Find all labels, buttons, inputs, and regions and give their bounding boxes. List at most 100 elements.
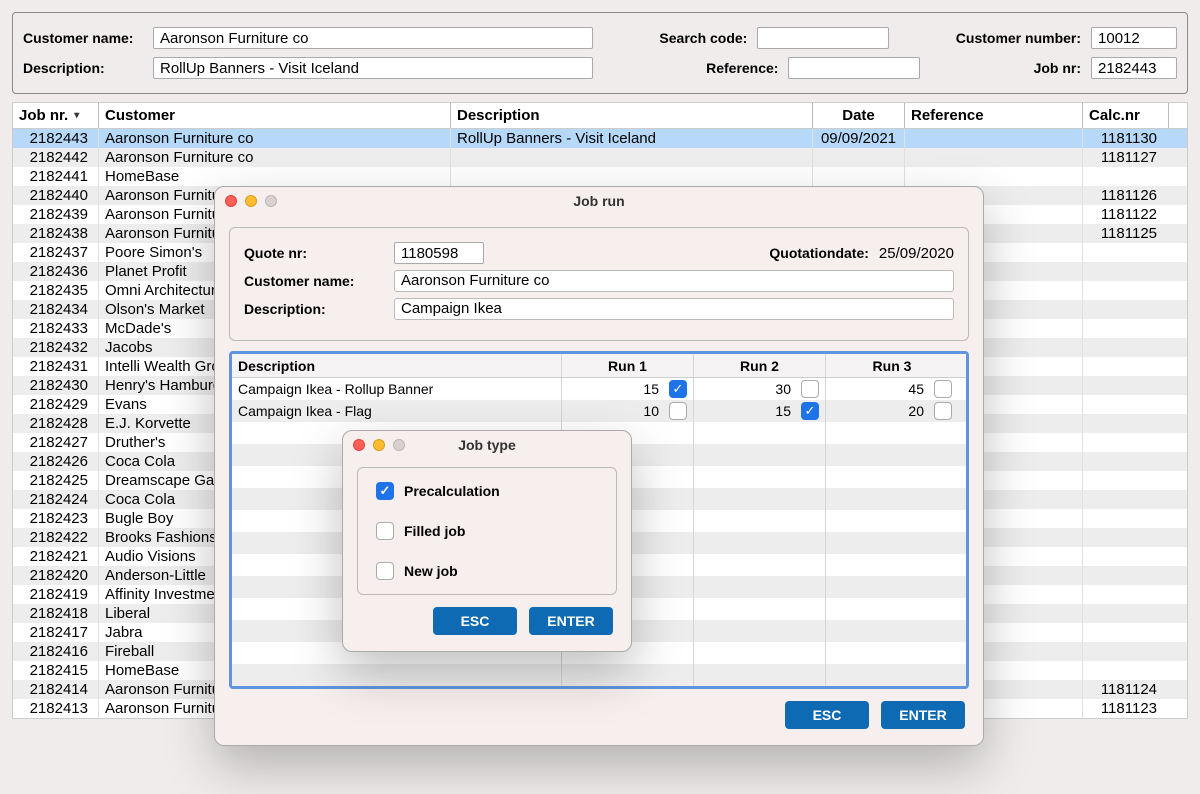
checkbox-icon[interactable]: ✓ (669, 380, 687, 398)
col-reference[interactable]: Reference (905, 103, 1083, 128)
cell: 2182439 (13, 205, 99, 224)
cell (1083, 585, 1169, 604)
description-field[interactable]: RollUp Banners - Visit Iceland (153, 57, 593, 79)
job-type-panel: ✓ Precalculation Filled job New job (357, 467, 617, 595)
cell: 1181130 (1083, 129, 1169, 148)
option-precalculation-label: Precalculation (404, 483, 500, 499)
job-run-titlebar[interactable]: Job run (215, 187, 983, 215)
cell: 1181126 (1083, 186, 1169, 205)
cell: 2182443 (13, 129, 99, 148)
run-value-cell[interactable]: 15✓ (694, 400, 826, 422)
run-value-cell[interactable]: 45 (826, 378, 958, 400)
cell (905, 148, 1083, 167)
cell: 2182432 (13, 338, 99, 357)
rg-col-run3[interactable]: Run 3 (826, 354, 958, 377)
cell: 2182428 (13, 414, 99, 433)
jr-customer-name-label: Customer name: (244, 273, 384, 289)
cell: 2182433 (13, 319, 99, 338)
checkbox-icon[interactable] (934, 380, 952, 398)
quotation-date-value: 25/09/2020 (879, 245, 954, 262)
cell: 2182420 (13, 566, 99, 585)
run-row[interactable]: Campaign Ikea - Rollup Banner15✓3045 (232, 378, 966, 400)
window-minimize-icon[interactable] (245, 195, 257, 207)
cell (1083, 642, 1169, 661)
job-run-esc-button[interactable]: ESC (785, 701, 869, 729)
checkbox-icon[interactable] (934, 402, 952, 420)
cell (451, 148, 813, 167)
option-filled-job-label: Filled job (404, 523, 465, 539)
customer-name-field[interactable]: Aaronson Furniture co (153, 27, 593, 49)
job-run-enter-button[interactable]: ENTER (881, 701, 965, 729)
col-calc-nr[interactable]: Calc.nr (1083, 103, 1169, 128)
cell: 1181125 (1083, 224, 1169, 243)
checkbox-icon[interactable] (376, 522, 394, 540)
quote-nr-label: Quote nr: (244, 245, 384, 261)
jr-customer-name-field[interactable]: Aaronson Furniture co (394, 270, 954, 292)
cell: 2182424 (13, 490, 99, 509)
run-value-cell[interactable]: 10 (562, 400, 694, 422)
job-nr-field[interactable]: 2182443 (1091, 57, 1177, 79)
checkbox-icon[interactable] (801, 380, 819, 398)
run-value-cell[interactable]: 30 (694, 378, 826, 400)
cell: 2182418 (13, 604, 99, 623)
cell: 2182437 (13, 243, 99, 262)
cell (1083, 509, 1169, 528)
job-nr-label: Job nr: (1034, 60, 1081, 76)
window-close-icon[interactable] (225, 195, 237, 207)
job-type-titlebar[interactable]: Job type (343, 431, 631, 459)
job-type-enter-button[interactable]: ENTER (529, 607, 613, 635)
cell (1083, 376, 1169, 395)
table-row[interactable]: 2182441HomeBase (13, 167, 1187, 186)
option-precalculation[interactable]: ✓ Precalculation (376, 482, 598, 500)
option-new-job[interactable]: New job (376, 562, 598, 580)
cell: 2182442 (13, 148, 99, 167)
table-row[interactable]: 2182442Aaronson Furniture co1181127 (13, 148, 1187, 167)
run-desc-cell: Campaign Ikea - Rollup Banner (232, 378, 562, 400)
job-type-esc-button[interactable]: ESC (433, 607, 517, 635)
col-description[interactable]: Description (451, 103, 813, 128)
cell (1083, 300, 1169, 319)
col-job-nr[interactable]: Job nr. ▾ (13, 103, 99, 128)
run-value-cell[interactable]: 15✓ (562, 378, 694, 400)
cell (1083, 243, 1169, 262)
job-run-title: Job run (215, 193, 983, 209)
cell: 2182426 (13, 452, 99, 471)
option-filled-job[interactable]: Filled job (376, 522, 598, 540)
reference-field[interactable] (788, 57, 920, 79)
job-type-dialog: Job type ✓ Precalculation Filled job New… (342, 430, 632, 652)
window-zoom-icon (393, 439, 405, 451)
cell: 2182419 (13, 585, 99, 604)
cell: 2182413 (13, 699, 99, 718)
cell (1083, 414, 1169, 433)
rg-col-run2[interactable]: Run 2 (694, 354, 826, 377)
rg-col-description[interactable]: Description (232, 354, 562, 377)
customer-number-label: Customer number: (956, 30, 1081, 46)
cell (451, 167, 813, 186)
cell (1083, 528, 1169, 547)
cell: 2182430 (13, 376, 99, 395)
checkbox-icon[interactable]: ✓ (376, 482, 394, 500)
window-minimize-icon[interactable] (373, 439, 385, 451)
run-value-cell[interactable]: 20 (826, 400, 958, 422)
table-row[interactable]: 2182443Aaronson Furniture coRollUp Banne… (13, 129, 1187, 148)
cell: 2182436 (13, 262, 99, 281)
search-code-field[interactable] (757, 27, 889, 49)
quote-nr-field[interactable]: 1180598 (394, 242, 484, 264)
checkbox-icon[interactable] (669, 402, 687, 420)
run-row[interactable]: Campaign Ikea - Flag1015✓20 (232, 400, 966, 422)
col-date[interactable]: Date (813, 103, 905, 128)
cell (1083, 319, 1169, 338)
col-customer[interactable]: Customer (99, 103, 451, 128)
checkbox-icon[interactable] (376, 562, 394, 580)
customer-number-field[interactable]: 10012 (1091, 27, 1177, 49)
search-code-label: Search code: (659, 30, 747, 46)
cell (905, 167, 1083, 186)
checkbox-icon[interactable]: ✓ (801, 402, 819, 420)
option-new-job-label: New job (404, 563, 458, 579)
grid-header: Job nr. ▾ Customer Description Date Refe… (13, 103, 1187, 129)
rg-col-run1[interactable]: Run 1 (562, 354, 694, 377)
cell (1083, 395, 1169, 414)
jr-description-field[interactable]: Campaign Ikea (394, 298, 954, 320)
window-close-icon[interactable] (353, 439, 365, 451)
cell (1083, 262, 1169, 281)
